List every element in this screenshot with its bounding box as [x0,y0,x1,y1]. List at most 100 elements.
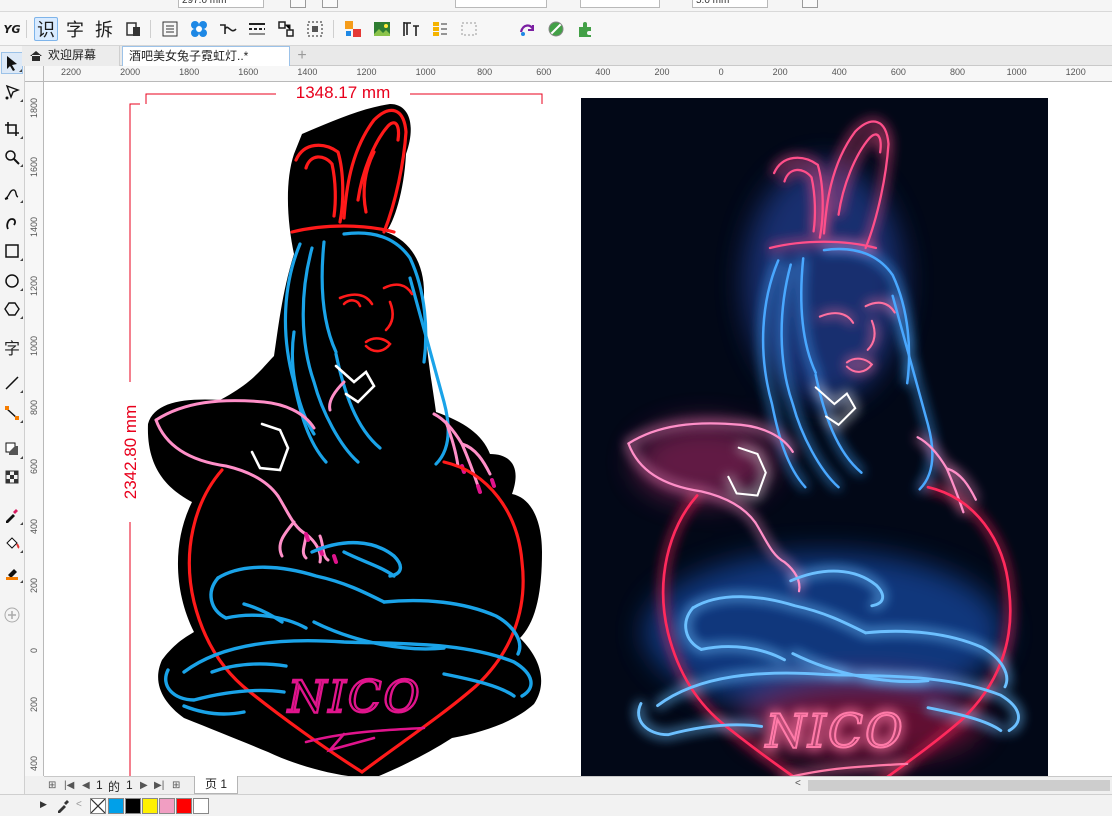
drop-shadow-tool-icon[interactable] [1,438,23,460]
outline-design[interactable]: NICO 1348.17 mm 2342.80 mm [120,83,543,776]
add-tool-icon[interactable] [1,604,23,626]
insert-page-before-icon[interactable]: ⊞ [48,780,56,791]
ocr-button[interactable]: 识 [34,17,58,41]
toolbar: YG 识 字 拆 [0,12,1112,46]
tab-document-label: 酒吧美女兔子霓虹灯..* [129,49,249,63]
ruler-tick-label: 1200 [356,67,377,77]
crop-tool-icon[interactable] [1,118,23,140]
toolbox: 字 [0,46,25,796]
options-button[interactable] [802,0,818,8]
color-blocks-icon[interactable] [341,17,365,41]
eyedropper-tool-icon[interactable] [1,504,23,526]
palette-menu-icon[interactable]: ▶ [40,799,47,810]
frame-select-icon[interactable] [303,17,327,41]
list-icon[interactable] [158,17,182,41]
image-icon[interactable] [370,17,394,41]
plugin-icon[interactable] [573,17,597,41]
ruler-tick-label: 1600 [238,67,259,77]
object-size-field[interactable]: 297.0 mm [178,0,264,8]
ellipse-tool-icon[interactable] [1,270,23,292]
width-dimension[interactable]: 1348.17 mm [145,83,543,104]
portrait-button[interactable] [290,0,306,8]
toolbar-separator [333,20,334,38]
horizontal-ruler[interactable]: 2200 2000 1800 1600 1400 1200 1000 800 600 400 200… [44,66,1112,82]
landscape-button[interactable] [322,0,338,8]
corel-window: 297.0 mm 5.0 mm YG 识 字 拆 字 欢迎屏幕 酒吧美女兔子霓虹… [0,0,1112,816]
color-swatch[interactable] [125,798,141,814]
zoom-tool-icon[interactable] [1,146,23,168]
ruler-tick-label: 200 [29,578,39,594]
pick-tool-icon[interactable] [1,52,23,74]
ruler-tick-label: 0 [718,67,724,77]
dashed-line-icon[interactable] [245,17,269,41]
text-button[interactable]: 字 [63,17,87,41]
color-swatch[interactable] [159,798,175,814]
page-navigator: ⊞ |◀ ◀ 1 的 1 ▶ ▶| ⊞ 页 1 [44,776,792,794]
color-swatch[interactable] [108,798,124,814]
current-page-number[interactable]: 1 [96,778,103,792]
artistic-media-tool-icon[interactable] [1,212,23,234]
eyedropper-icon[interactable] [56,799,70,813]
ruler-tick-label: 200 [772,67,788,77]
text-tool[interactable]: 字 [1,336,23,358]
ruler-tick-label: 1400 [29,216,39,237]
smart-fill-tool-icon[interactable] [1,562,23,584]
ruler-tick-label: 600 [890,67,906,77]
duplicate-distance-field[interactable]: 5.0 mm [692,0,768,8]
line-tool-icon[interactable] [1,372,23,394]
total-pages: 1 [126,778,133,792]
dashed-rect-icon[interactable] [457,17,481,41]
clipboard-icon[interactable] [121,17,145,41]
freehand-tool-icon[interactable] [1,182,23,204]
new-tab-button[interactable]: + [292,46,312,66]
tab-welcome[interactable]: 欢迎屏幕 [22,46,120,66]
ruler-tick-label: 2000 [120,67,141,77]
polygon-tool-icon[interactable] [1,298,23,320]
drawing-canvas[interactable]: NICO 1348.17 mm 2342.80 mm NICO [44,82,1112,776]
transparency-tool-icon[interactable] [1,466,23,488]
curve-tool-icon[interactable] [216,17,240,41]
text-align-icon[interactable] [399,17,423,41]
scrollbar-thumb[interactable] [808,780,1110,791]
page-tab[interactable]: 页 1 [194,776,239,794]
color-swatch[interactable] [176,798,192,814]
neon-preview[interactable]: NICO [581,98,1048,776]
height-dimension[interactable]: 2342.80 mm [120,103,140,776]
scroll-left-icon[interactable]: < [795,778,801,789]
horizontal-scrollbar[interactable]: < [792,776,1112,794]
split-button[interactable]: 拆 [92,17,116,41]
prev-page-icon[interactable]: ◀ [82,780,90,791]
ruler-tick-label: 800 [29,399,39,415]
svg-text:NICO: NICO [765,705,905,758]
next-page-icon[interactable]: ▶ [140,780,148,791]
tab-document[interactable]: 酒吧美女兔子霓虹灯..* [122,46,290,66]
smart-fill-icon[interactable] [544,17,568,41]
flower-shape-icon[interactable] [187,17,211,41]
ruler-corner[interactable] [25,66,44,82]
nudge-distance-field[interactable] [580,0,660,8]
transform-icon[interactable] [515,17,539,41]
last-page-icon[interactable]: ▶| [154,780,164,791]
palette-scroll-left-icon[interactable]: < [76,799,82,810]
page-of-label: 的 [108,780,121,794]
vertical-ruler[interactable]: 1800 1600 1400 1200 1000 800 600 400 200 0 200 400 [25,82,44,776]
ruler-tick-label: 1000 [1006,67,1027,77]
table-icon[interactable] [428,17,452,41]
shape-tool-icon[interactable] [1,81,23,103]
node-align-icon[interactable] [274,17,298,41]
no-color-swatch[interactable] [90,798,106,814]
toolbar-separator [26,20,27,38]
rectangle-tool-icon[interactable] [1,240,23,262]
ruler-tick-label: 400 [595,67,611,77]
property-bar: 297.0 mm 5.0 mm [0,0,1112,12]
ruler-tick-label: 1800 [179,67,200,77]
units-select[interactable] [455,0,547,8]
interactive-fill-tool-icon[interactable] [1,532,23,554]
svg-text:NICO: NICO [287,672,422,723]
color-swatch[interactable] [193,798,209,814]
first-page-icon[interactable]: |◀ [64,780,74,791]
insert-page-after-icon[interactable]: ⊞ [172,780,180,791]
ruler-tick-label: 2200 [60,67,82,77]
color-swatch[interactable] [142,798,158,814]
connector-tool-icon[interactable] [1,402,23,424]
